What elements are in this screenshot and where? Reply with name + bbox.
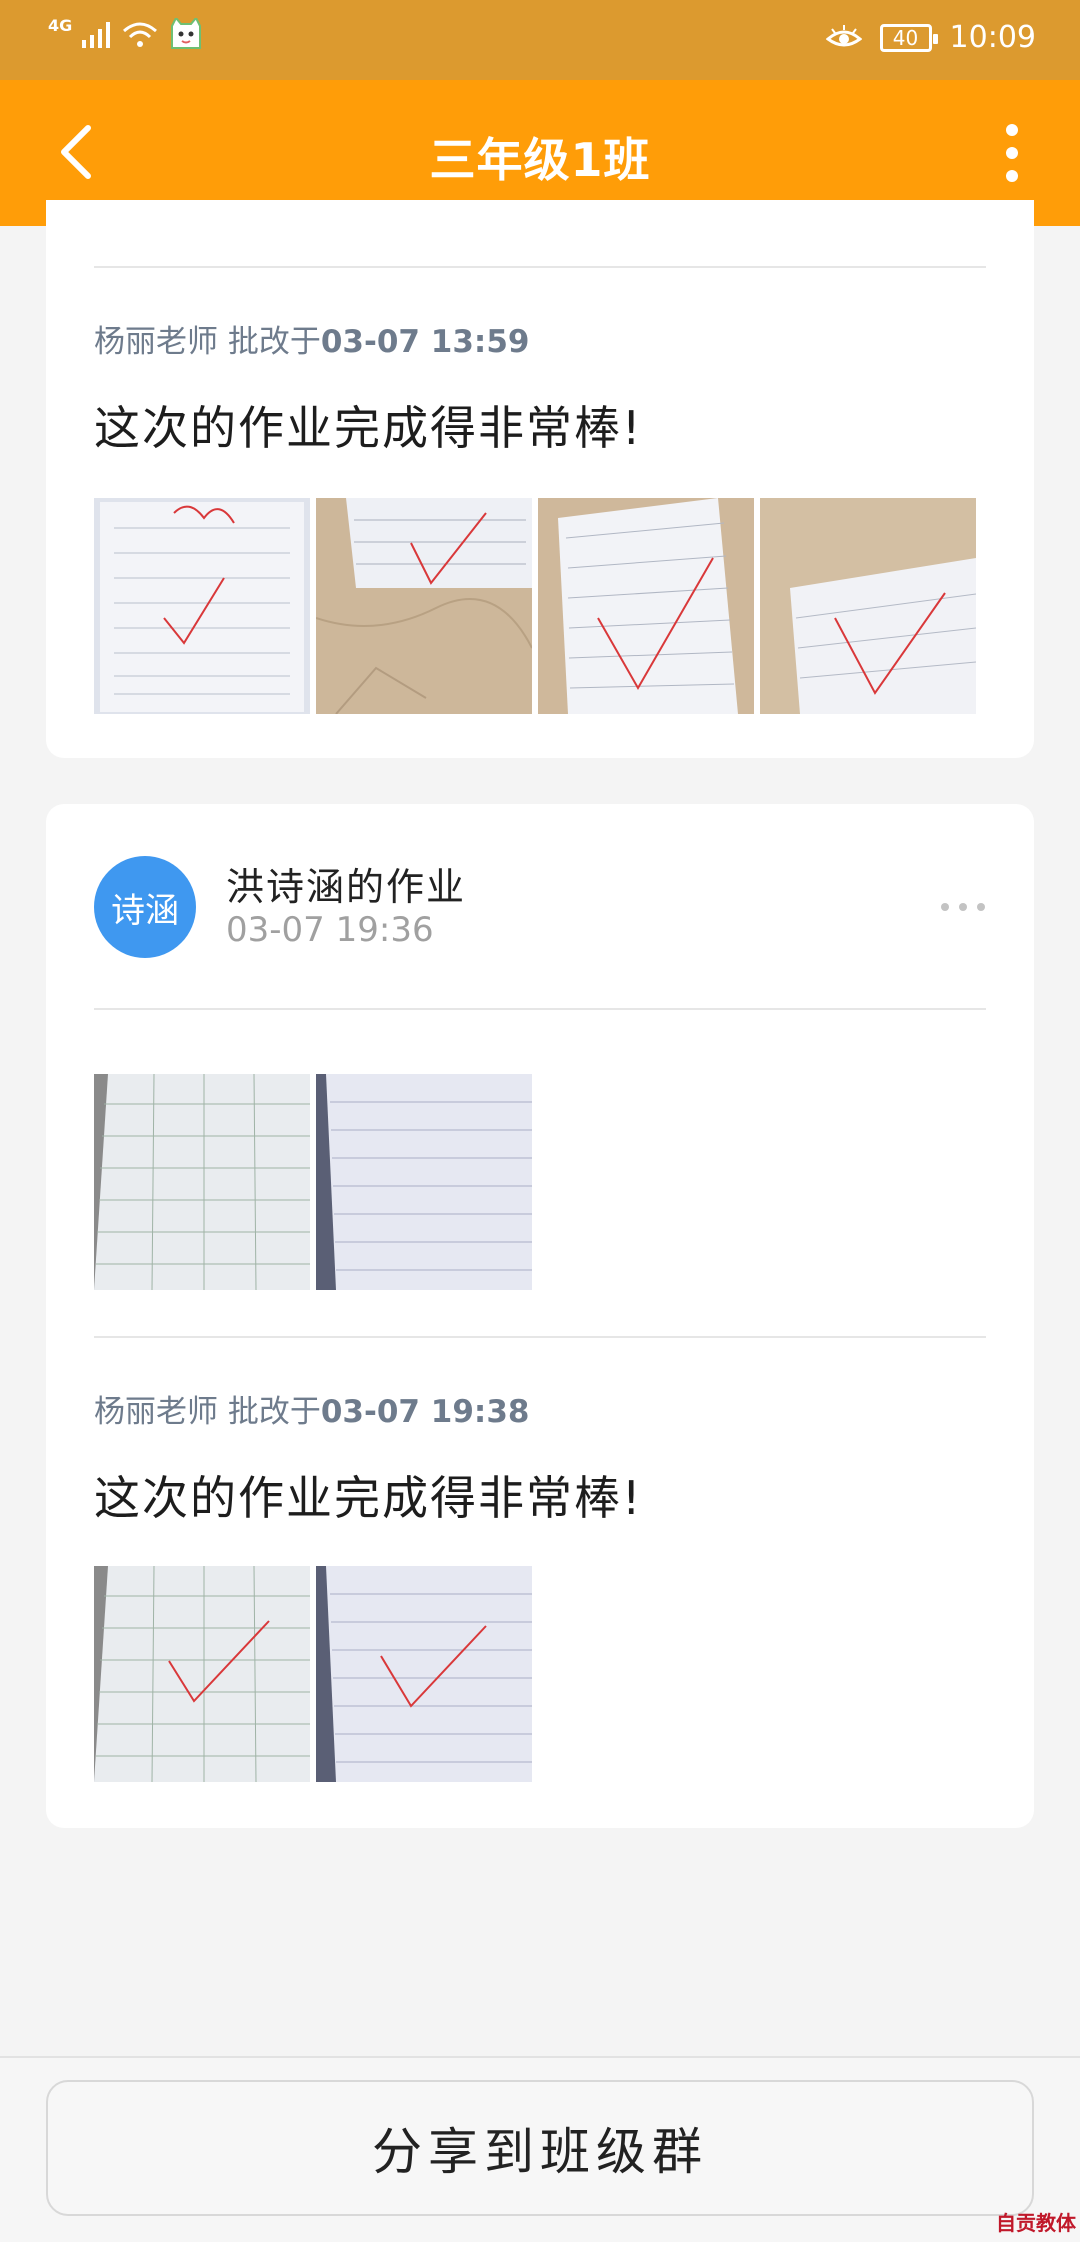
share-to-class-group-button[interactable]: 分享到班级群 [46, 2080, 1034, 2216]
homework-photo-thumbnail[interactable] [94, 1074, 310, 1290]
reviewer-name: 杨丽老师 [94, 1394, 218, 1430]
graded-photo-thumbnail[interactable] [760, 498, 976, 714]
teacher-comment: 这次的作业完成得非常棒! [94, 1471, 643, 1525]
divider [94, 1336, 986, 1338]
eye-comfort-icon [825, 24, 862, 46]
bottom-bar: 分享到班级群 [0, 2056, 1080, 2242]
graded-photos [94, 498, 976, 714]
more-horizontal-icon[interactable] [938, 900, 988, 914]
more-vertical-icon[interactable] [1002, 122, 1022, 184]
homework-card-1: 杨丽老师 批改于03-07 13:59 这次的作业完成得非常棒! [46, 200, 1034, 758]
homework-card-2: 诗涵 洪诗涵的作业 03-07 19:36 杨丽老师 批改于03-07 19:3… [46, 804, 1034, 1828]
reviewer-name: 杨丽老师 [94, 324, 218, 360]
divider [94, 266, 986, 268]
graded-photo-thumbnail[interactable] [316, 1566, 532, 1782]
review-meta: 杨丽老师 批改于03-07 19:38 [94, 1386, 529, 1431]
battery-icon: 40 [879, 23, 938, 52]
graded-photo-thumbnail[interactable] [94, 498, 310, 714]
wifi-icon [123, 22, 158, 47]
graded-photo-thumbnail[interactable] [538, 498, 754, 714]
cat-app-icon [171, 18, 202, 49]
status-bar: 4G 40 10:09 [0, 0, 1080, 80]
clock: 10:09 [949, 20, 1036, 55]
page-title: 三年级1班 [429, 133, 651, 187]
watermark: 自贡教体 [996, 2211, 1076, 2235]
homework-date: 03-07 19:36 [226, 910, 434, 950]
divider [94, 1008, 986, 1010]
graded-photo-thumbnail[interactable] [94, 1566, 310, 1782]
status-left: 4G [48, 15, 204, 52]
homework-photos [94, 1074, 532, 1290]
review-action: 批改于 [227, 324, 321, 360]
review-time: 03-07 19:38 [320, 1394, 530, 1430]
status-right: 40 10:09 [825, 20, 1036, 55]
teacher-comment: 这次的作业完成得非常棒! [94, 401, 643, 455]
homework-photo-thumbnail[interactable] [316, 1074, 532, 1290]
homework-title: 洪诗涵的作业 [226, 865, 467, 909]
graded-photos [94, 1566, 532, 1782]
review-time: 03-07 13:59 [320, 324, 530, 360]
review-meta: 杨丽老师 批改于03-07 13:59 [94, 316, 529, 361]
avatar[interactable]: 诗涵 [94, 856, 196, 958]
signal-icon [82, 22, 111, 48]
network-type: 4G [48, 15, 73, 35]
graded-photo-thumbnail[interactable] [316, 498, 532, 714]
battery-level: 40 [892, 25, 919, 50]
review-action: 批改于 [227, 1394, 321, 1430]
